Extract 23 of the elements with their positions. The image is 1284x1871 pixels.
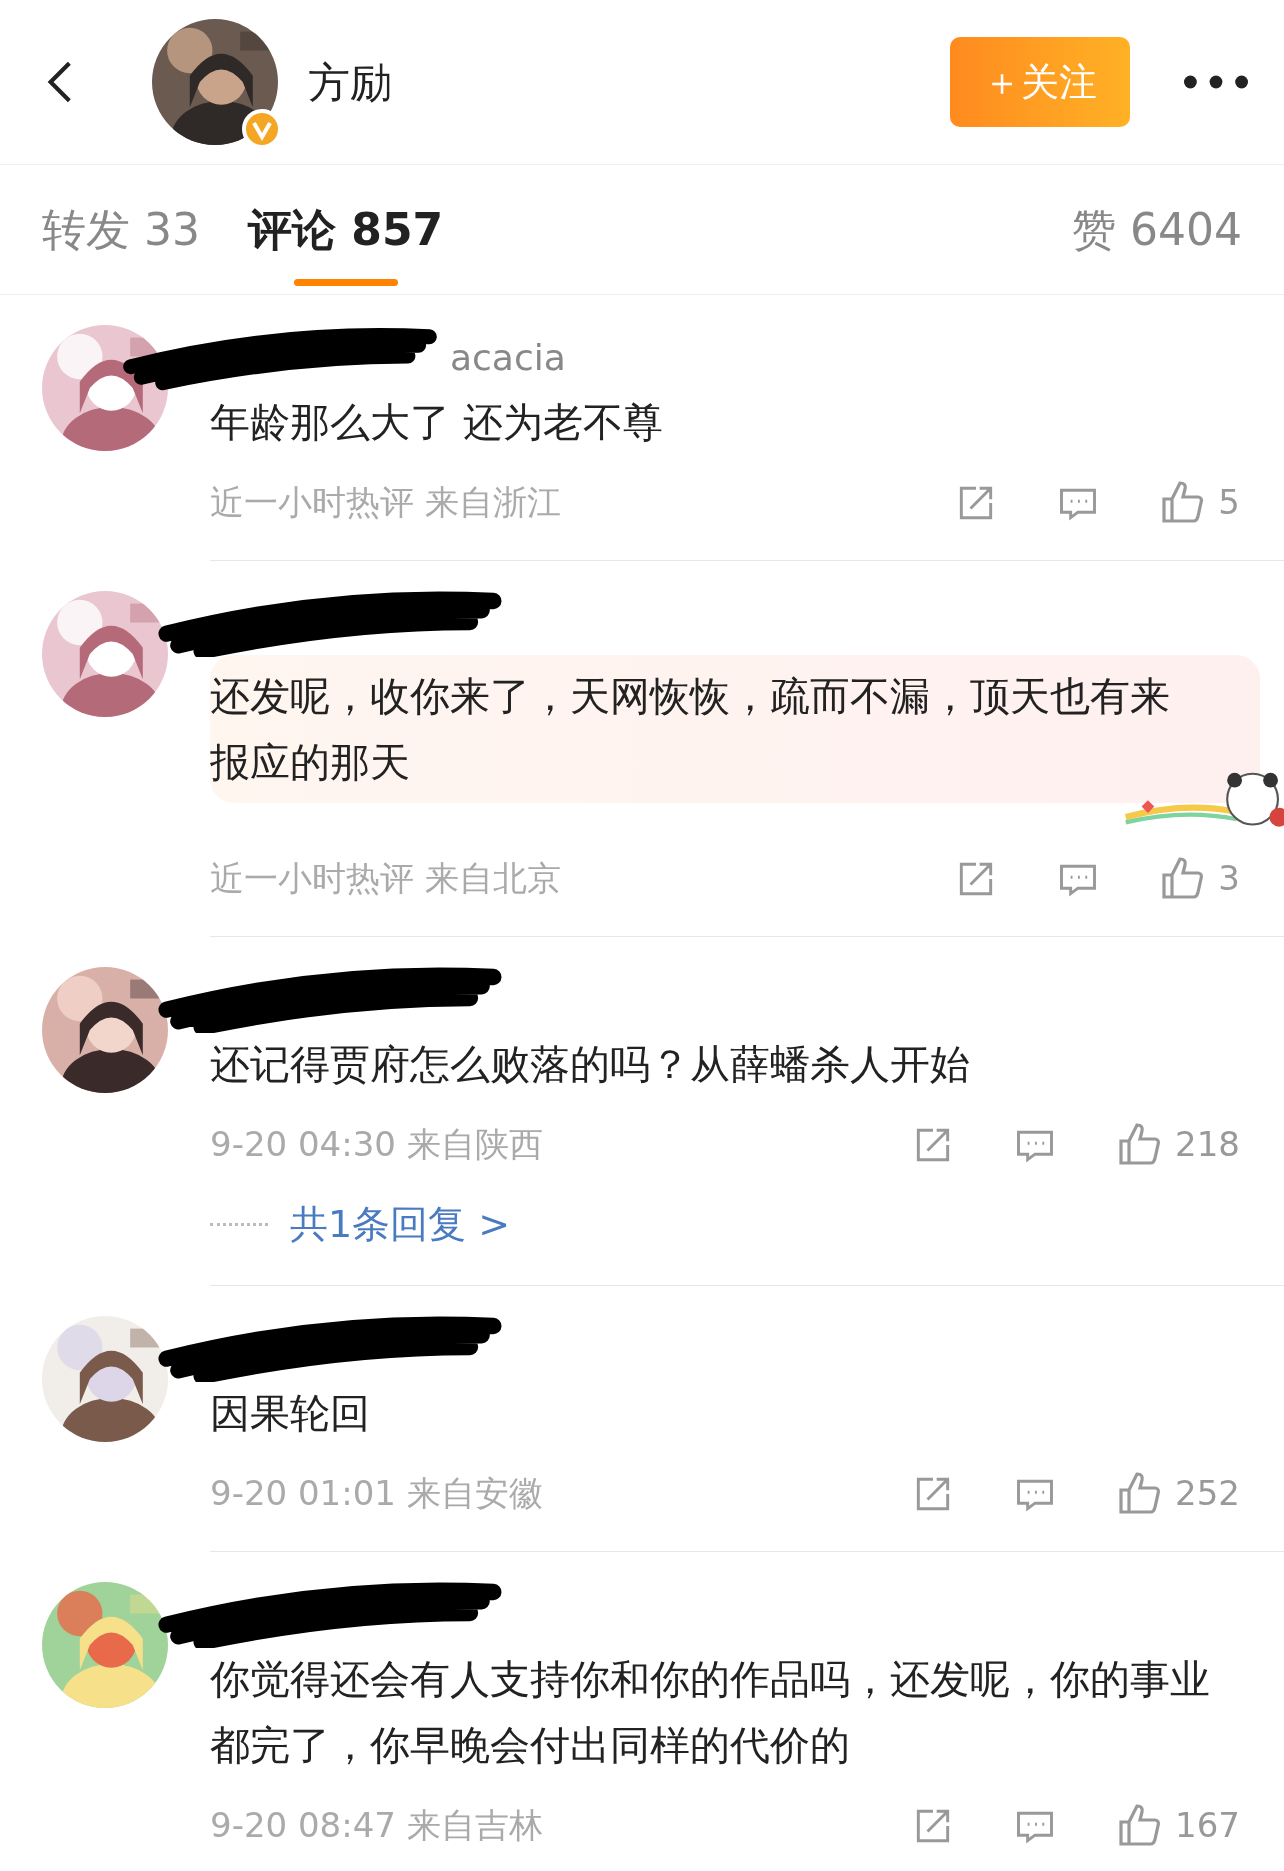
like-count: 3 (1218, 857, 1240, 900)
like-count: 5 (1218, 481, 1240, 524)
comment-text: 因果轮回 (210, 1389, 371, 1438)
comment-text: 年龄那么大了 还为老不尊 (210, 398, 664, 447)
comment-meta: 近一小时热评 来自浙江 (210, 481, 561, 524)
like-count: 218 (1175, 1123, 1240, 1166)
comment-text: 你觉得还会有人支持你和你的作品吗，还发呢，你的事业都完了，你早晚会付出同样的代价的 (210, 1655, 1211, 1770)
likes-count: 赞 6404 (1072, 202, 1242, 257)
dots-icon (210, 1223, 268, 1226)
user-name: 方励 (308, 56, 392, 109)
tab[interactable]: 评论 857 (248, 165, 444, 294)
like-count: 252 (1175, 1472, 1240, 1515)
more-icon[interactable] (1184, 75, 1248, 89)
replies-link[interactable]: 共1条回复 > (290, 1196, 511, 1253)
comment-meta: 近一小时热评 来自北京 (210, 857, 561, 900)
comment-text: 还发呢，收你来了，天网恢恢，疏而不漏，顶天也有来报应的那天 (210, 672, 1171, 787)
comment-meta: 9-20 04:30 来自陕西 (210, 1123, 543, 1166)
comment-meta: 9-20 08:47 来自吉林 (210, 1804, 543, 1847)
tab[interactable]: 转发 33 (42, 165, 200, 294)
user-name: acacia (450, 336, 566, 380)
comment-text: 还记得贾府怎么败落的吗？从薛蟠杀人开始 (210, 1040, 971, 1089)
like-count: 167 (1175, 1804, 1240, 1847)
comment-meta: 9-20 01:01 来自安徽 (210, 1472, 543, 1515)
